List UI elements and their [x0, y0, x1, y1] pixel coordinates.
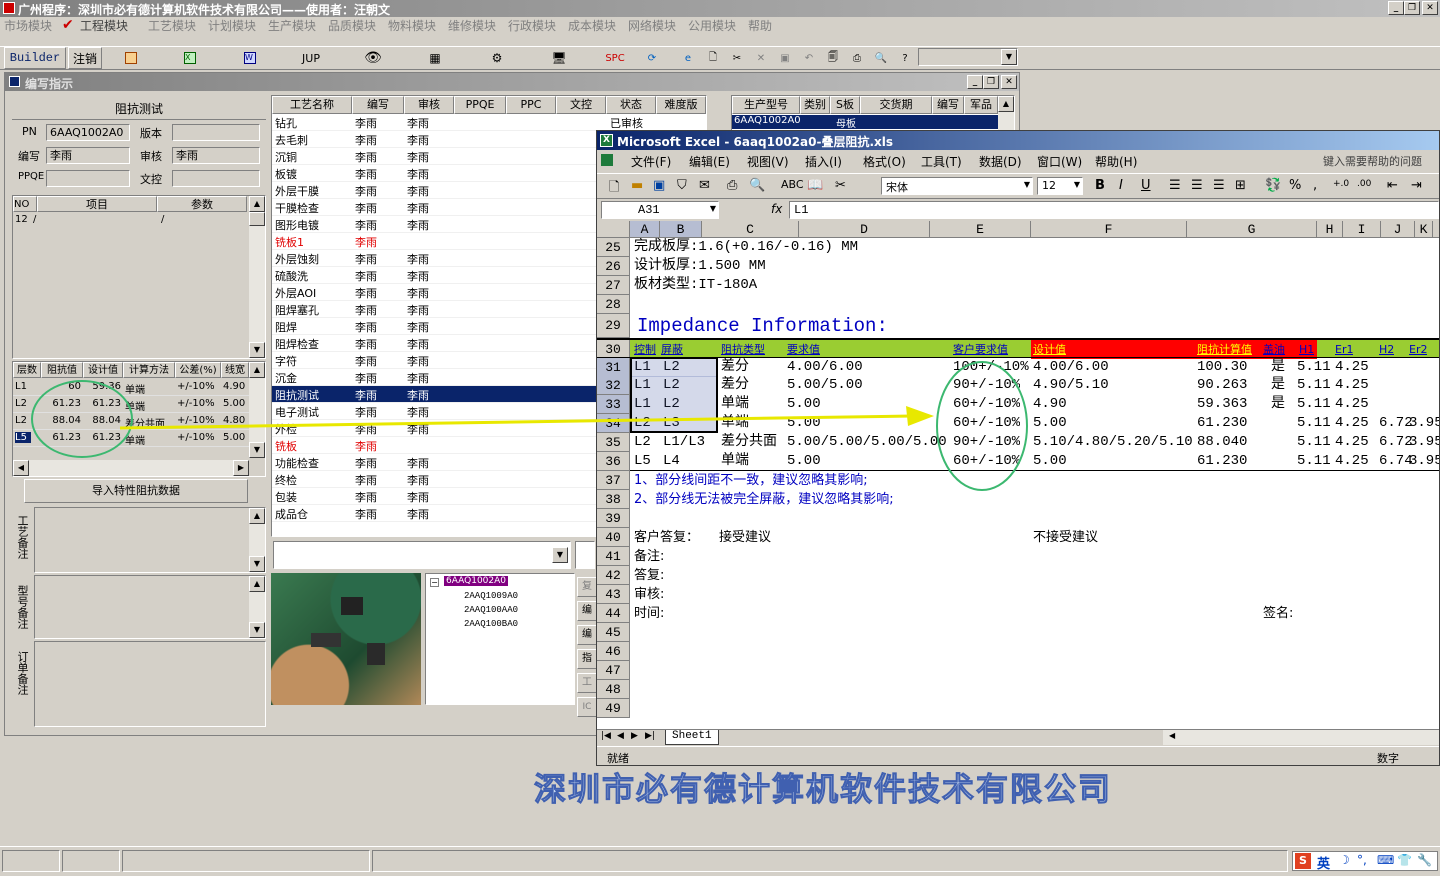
- sogou-icon: S: [1295, 853, 1311, 869]
- user-icon[interactable]: 👕: [1397, 853, 1412, 867]
- annotation-ellipse-left: [31, 380, 133, 458]
- annotation-arrow-line: [119, 414, 913, 430]
- ime-mode[interactable]: 英: [1317, 853, 1330, 872]
- keyboard-icon[interactable]: ⌨: [1377, 853, 1394, 867]
- annotation-overlay: [31, 361, 1028, 491]
- annotation-ellipse-right: [936, 361, 1028, 491]
- status-pane: [62, 850, 120, 872]
- status-bar: S 英 ☽ °, ⌨ 👕 🔧: [0, 846, 1440, 874]
- punct-icon[interactable]: °,: [1357, 853, 1367, 867]
- annotation-arrow-head: [906, 406, 934, 426]
- status-pane: [372, 850, 1288, 872]
- moon-icon[interactable]: ☽: [1339, 853, 1350, 867]
- brand-watermark: 深圳市必有德计算机软件技术有限公司: [533, 770, 1113, 809]
- wrench-icon[interactable]: 🔧: [1417, 853, 1432, 867]
- status-pane: [2, 850, 60, 872]
- status-pane: [122, 850, 370, 872]
- ime-tray[interactable]: S 英 ☽ °, ⌨ 👕 🔧: [1292, 851, 1438, 872]
